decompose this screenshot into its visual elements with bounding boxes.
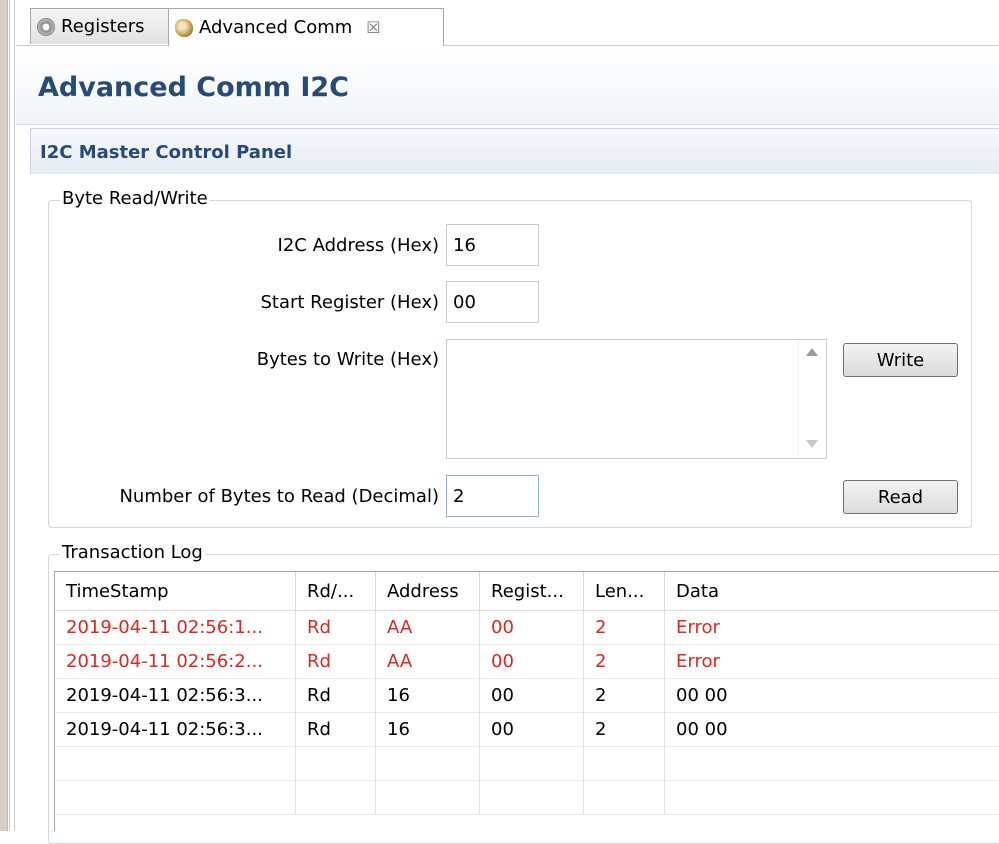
window-divider (9, 0, 10, 831)
section-title: I2C Master Control Panel (40, 142, 293, 163)
cell-length: 2 (584, 644, 665, 678)
i2c-address-label: I2C Address (Hex) (277, 235, 439, 256)
cell-rdwr (296, 780, 376, 814)
transaction-log-table[interactable]: TimeStamp Rd/... Address Regist... Len..… (54, 571, 999, 831)
cell-data (665, 780, 999, 814)
start-register-input[interactable] (446, 281, 539, 323)
cell-rdwr: Rd (296, 644, 376, 678)
column-header-timestamp[interactable]: TimeStamp (55, 572, 296, 610)
table-row[interactable]: 2019-04-11 02:56:3... Rd 16 00 2 00 00 (55, 712, 999, 747)
cell-length: 2 (584, 610, 665, 644)
table-row[interactable]: 2019-04-11 02:56:2... Rd AA 00 2 Error (55, 644, 999, 679)
cell-register (480, 780, 584, 814)
bytes-to-write-label: Bytes to Write (Hex) (256, 349, 439, 370)
table-row[interactable]: 2019-04-11 02:56:3... Rd 16 00 2 00 00 (55, 678, 999, 713)
num-bytes-read-input[interactable] (446, 475, 539, 517)
cell-length: 2 (584, 678, 665, 712)
cell-timestamp: 2019-04-11 02:56:2... (55, 644, 296, 678)
transaction-log-legend: Transaction Log (60, 542, 205, 563)
cell-address: AA (376, 610, 480, 644)
cell-rdwr: Rd (296, 712, 376, 746)
read-button[interactable]: Read (843, 480, 958, 514)
cell-address: AA (376, 644, 480, 678)
write-button[interactable]: Write (843, 343, 958, 377)
scroll-down-arrow-icon[interactable] (806, 440, 818, 448)
cell-timestamp: 2019-04-11 02:56:1... (55, 610, 296, 644)
window-divider (14, 0, 15, 831)
column-header-length[interactable]: Len... (584, 572, 665, 610)
cell-length: 2 (584, 712, 665, 746)
cell-length (584, 780, 665, 814)
editor-tab-bar: Registers Advanced Comm ☒ (16, 0, 999, 46)
cell-timestamp (55, 780, 296, 814)
cell-register: 00 (480, 610, 584, 644)
textarea-scrollbar[interactable] (798, 341, 825, 457)
cell-rdwr (296, 746, 376, 780)
cell-data: Error (676, 616, 720, 638)
cell-register (480, 746, 584, 780)
column-header-data[interactable]: Data (665, 572, 999, 610)
cell-data: Error (676, 650, 720, 672)
tab-label: Advanced Comm (199, 17, 353, 38)
tab-registers[interactable]: Registers (30, 8, 169, 44)
cell-rdwr: Rd (296, 610, 376, 644)
table-row[interactable]: 2019-04-11 02:56:1... Rd AA 00 2 Error (55, 610, 999, 645)
i2c-address-input[interactable] (446, 224, 539, 266)
scroll-up-arrow-icon[interactable] (806, 348, 818, 356)
gear-icon (37, 17, 55, 36)
cell-rdwr: Rd (296, 678, 376, 712)
cell-register: 00 (480, 712, 584, 746)
cell-register: 00 (480, 678, 584, 712)
cell-timestamp (55, 746, 296, 780)
cell-timestamp: 2019-04-11 02:56:3... (55, 712, 296, 746)
cell-register: 00 (480, 644, 584, 678)
cell-address: 16 (376, 712, 480, 746)
table-header-row: TimeStamp Rd/... Address Regist... Len..… (55, 572, 999, 611)
close-icon[interactable]: ☒ (366, 18, 380, 37)
tab-advanced-comm[interactable]: Advanced Comm ☒ (168, 8, 444, 46)
cell-length (584, 746, 665, 780)
comm-icon (175, 18, 193, 37)
bytes-to-write-textarea[interactable] (446, 339, 827, 459)
window-left-edge (0, 0, 8, 831)
num-bytes-read-label: Number of Bytes to Read (Decimal) (119, 486, 439, 507)
byte-read-write-legend: Byte Read/Write (60, 188, 210, 209)
tab-label: Registers (61, 16, 145, 37)
start-register-label: Start Register (Hex) (260, 292, 439, 313)
cell-data: 00 00 (676, 718, 728, 740)
cell-timestamp: 2019-04-11 02:56:3... (55, 678, 296, 712)
cell-address (376, 780, 480, 814)
cell-address: 16 (376, 678, 480, 712)
cell-data: 00 00 (676, 684, 728, 706)
cell-address (376, 746, 480, 780)
cell-data (665, 746, 999, 780)
page-title: Advanced Comm I2C (38, 72, 349, 103)
table-row[interactable] (55, 780, 999, 815)
column-header-register[interactable]: Regist... (480, 572, 584, 610)
table-row[interactable] (55, 746, 999, 781)
column-header-address[interactable]: Address (376, 572, 480, 610)
column-header-rdwr[interactable]: Rd/... (296, 572, 376, 610)
